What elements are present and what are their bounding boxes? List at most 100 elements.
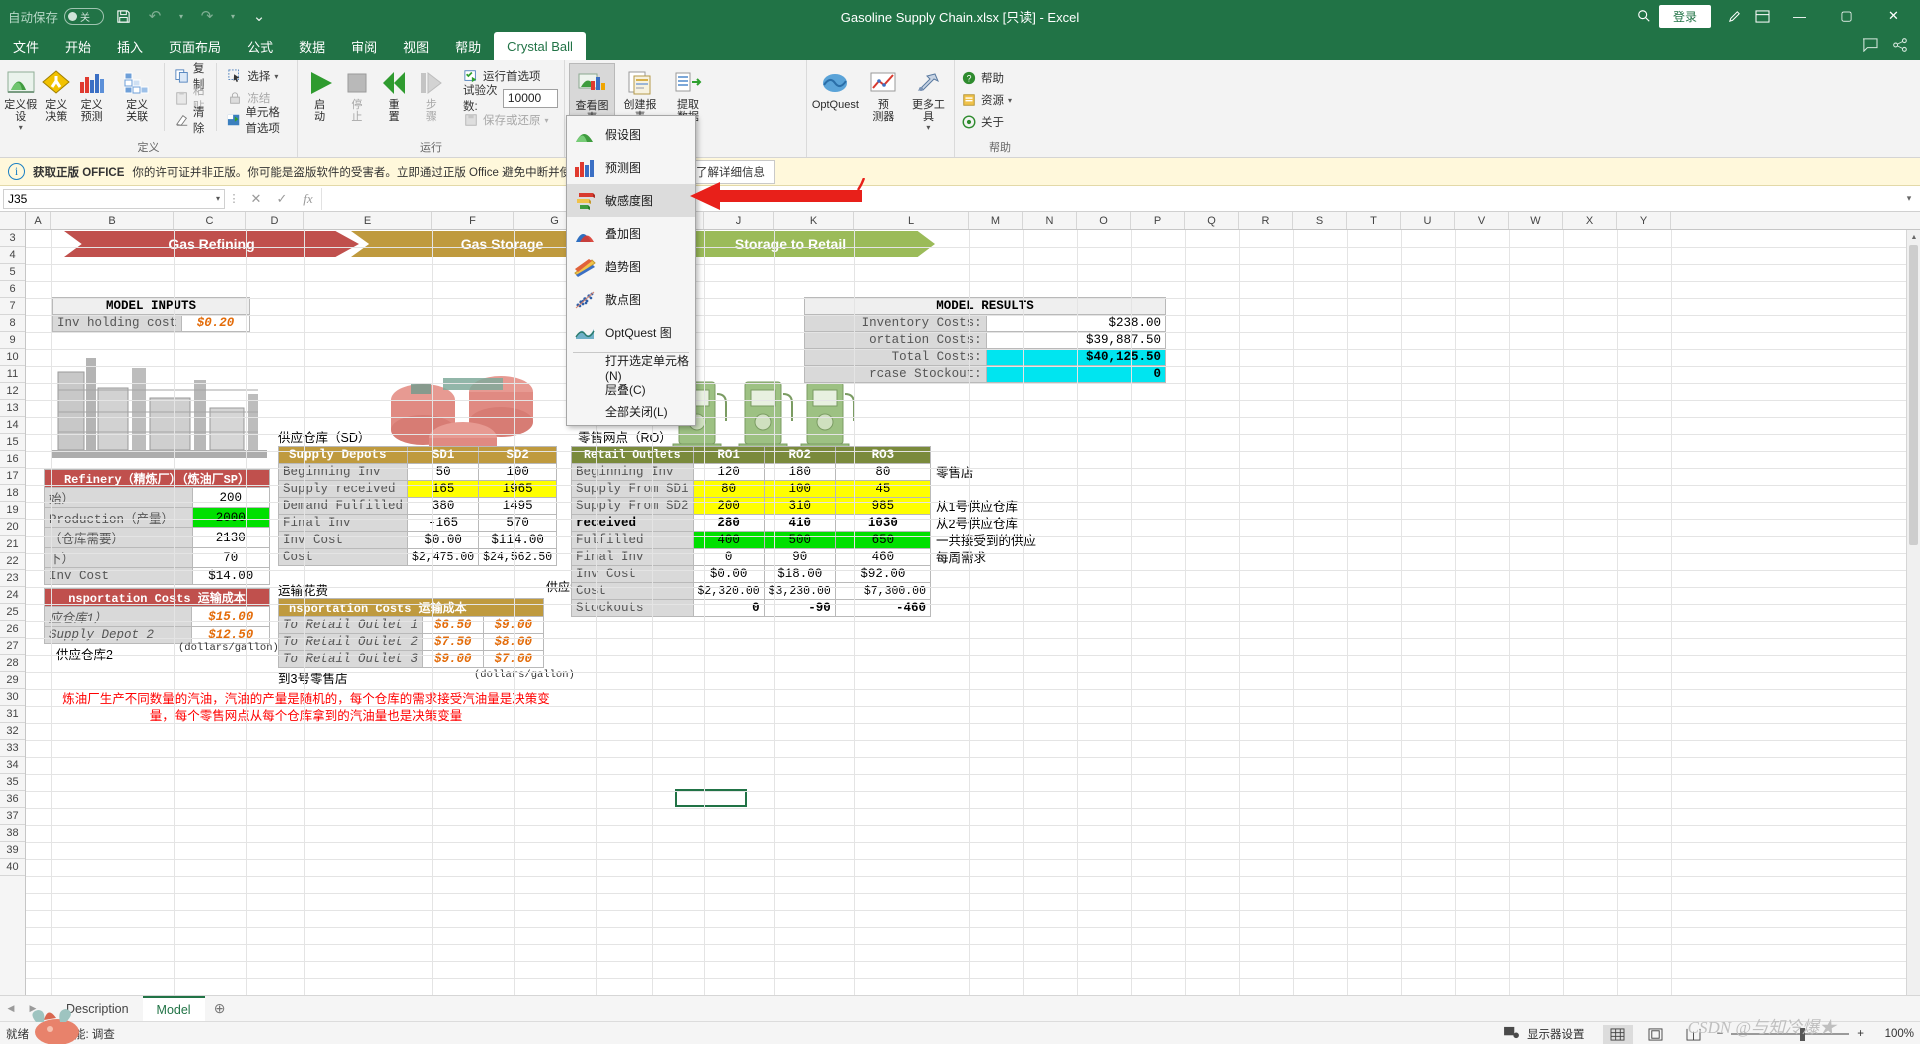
ribbon-tab-page-layout[interactable]: 页面布局 — [156, 32, 234, 60]
supply-depots-value-2-0[interactable]: 380 — [408, 498, 479, 515]
zoom-slider[interactable] — [1731, 1027, 1849, 1041]
minimize-button[interactable]: — — [1777, 0, 1822, 32]
supply-depots-value-1-0[interactable]: 165 — [408, 481, 479, 498]
name-box-dropdown-icon[interactable]: ▾ — [216, 194, 220, 203]
column-header-M[interactable]: M — [969, 212, 1023, 229]
row-header-19[interactable]: 19 — [0, 502, 25, 519]
supply-depots-value-3-1[interactable]: 570 — [479, 515, 557, 532]
row-header-30[interactable]: 30 — [0, 689, 25, 706]
column-header-V[interactable]: V — [1455, 212, 1509, 229]
model-inputs-row-value[interactable]: $0.20 — [182, 315, 250, 332]
pen-icon[interactable] — [1721, 3, 1747, 29]
row-header-23[interactable]: 23 — [0, 570, 25, 587]
close-button[interactable]: ✕ — [1871, 0, 1916, 32]
row-header-37[interactable]: 37 — [0, 808, 25, 825]
retail-outlets-value-0-2[interactable]: 80 — [835, 464, 930, 481]
row-header-32[interactable]: 32 — [0, 723, 25, 740]
run-reset-button[interactable]: 重 置 — [377, 63, 412, 123]
menu-item-scatter-chart[interactable]: 散点图 — [567, 283, 695, 316]
sheet-canvas[interactable]: Gas Refining Gas Storage Storage to Reta… — [26, 230, 1920, 995]
row-header-29[interactable]: 29 — [0, 672, 25, 689]
row-header-3[interactable]: 3 — [0, 230, 25, 247]
column-header-E[interactable]: E — [304, 212, 432, 229]
row-header-16[interactable]: 16 — [0, 451, 25, 468]
supply-depots-value-4-0[interactable]: $0.00 — [408, 532, 479, 549]
ribbon-tab-home[interactable]: 开始 — [52, 32, 104, 60]
row-header-10[interactable]: 10 — [0, 349, 25, 366]
select-button[interactable]: 选择 ▾ — [225, 65, 293, 87]
column-header-B[interactable]: B — [51, 212, 174, 229]
fx-icon[interactable]: fx — [295, 191, 321, 207]
predictor-button[interactable]: 预 测器 — [862, 63, 905, 123]
confirm-icon[interactable]: ✓ — [269, 191, 295, 207]
retail-outlets-value-3-2[interactable]: 1030 — [835, 515, 930, 532]
row-header-8[interactable]: 8 — [0, 315, 25, 332]
zoom-out-button[interactable]: − — [1717, 1028, 1724, 1040]
row-header-28[interactable]: 28 — [0, 655, 25, 672]
model-results-value-2[interactable]: $40,125.50 — [986, 349, 1165, 366]
column-header-J[interactable]: J — [704, 212, 774, 229]
maximize-button[interactable]: ▢ — [1824, 0, 1869, 32]
customize-quick-access-icon[interactable]: ⌄ — [246, 4, 272, 28]
menu-item-trend-chart[interactable]: 趋势图 — [567, 250, 695, 283]
row-header-39[interactable]: 39 — [0, 842, 25, 859]
row-header-22[interactable]: 22 — [0, 553, 25, 570]
column-header-W[interactable]: W — [1509, 212, 1563, 229]
supply-depots-value-4-1[interactable]: $114.00 — [479, 532, 557, 549]
retail-outlets-value-4-2[interactable]: 650 — [835, 532, 930, 549]
supply-depots-value-1-1[interactable]: 1965 — [479, 481, 557, 498]
column-header-S[interactable]: S — [1293, 212, 1347, 229]
retail-outlets-value-5-2[interactable]: 460 — [835, 549, 930, 566]
view-page-layout-icon[interactable] — [1641, 1025, 1671, 1044]
select-all-corner[interactable] — [0, 212, 26, 229]
vertical-scrollbar[interactable]: ▲ — [1906, 230, 1920, 995]
undo-dropdown-icon[interactable]: ▾ — [174, 4, 188, 28]
row-header-11[interactable]: 11 — [0, 366, 25, 383]
row-header-13[interactable]: 13 — [0, 400, 25, 417]
retail-outlets-value-7-2[interactable]: $7,300.00 — [835, 583, 930, 600]
row-header-33[interactable]: 33 — [0, 740, 25, 757]
row-header-4[interactable]: 4 — [0, 247, 25, 264]
comments-icon[interactable] — [1862, 38, 1878, 55]
define-assumption-dropdown-icon[interactable]: ▾ — [19, 123, 23, 132]
ribbon-tab-view[interactable]: 视图 — [390, 32, 442, 60]
column-header-D[interactable]: D — [246, 212, 304, 229]
menu-item-optquest-chart[interactable]: OptQuest 图 — [567, 316, 695, 349]
row-header-31[interactable]: 31 — [0, 706, 25, 723]
undo-icon[interactable]: ↶ — [142, 4, 168, 28]
define-assumption-button[interactable]: 定义假 设 ▾ — [4, 63, 37, 132]
row-header-35[interactable]: 35 — [0, 774, 25, 791]
retail-outlets-value-1-2[interactable]: 45 — [835, 481, 930, 498]
refinery-value-0[interactable]: 200 — [192, 488, 269, 508]
add-sheet-button[interactable]: ⊕ — [205, 996, 235, 1021]
trials-input[interactable]: 10000 — [503, 89, 558, 108]
row-header-9[interactable]: 9 — [0, 332, 25, 349]
view-charts-dropdown-menu[interactable]: 假设图 预测图 敏感度图 叠加图 趋势图 — [566, 115, 696, 426]
row-header-20[interactable]: 20 — [0, 519, 25, 536]
menu-item-overlay-chart[interactable]: 叠加图 — [567, 217, 695, 250]
ribbon-tab-review[interactable]: 审阅 — [338, 32, 390, 60]
cell-preferences-button[interactable]: 单元格首选项 — [225, 109, 293, 131]
retail-outlets-value-6-2[interactable]: $92.00 — [835, 566, 930, 583]
model-results-value-0[interactable]: $238.00 — [986, 315, 1165, 332]
formula-bar-grip[interactable]: ⋮ — [225, 192, 243, 205]
name-box[interactable]: J35 ▾ — [3, 189, 225, 209]
column-header-Y[interactable]: Y — [1617, 212, 1671, 229]
row-header-26[interactable]: 26 — [0, 621, 25, 638]
row-header-17[interactable]: 17 — [0, 468, 25, 485]
column-header-A[interactable]: A — [26, 212, 51, 229]
extract-data-button[interactable]: 提取 数据 — [665, 63, 711, 123]
more-tools-button[interactable]: 更多工 具 ▾ — [907, 63, 950, 132]
column-header-C[interactable]: C — [174, 212, 246, 229]
ribbon-tab-data[interactable]: 数据 — [286, 32, 338, 60]
supply-depots-value-0-1[interactable]: 100 — [479, 464, 557, 481]
row-header-18[interactable]: 18 — [0, 485, 25, 502]
refinery-value-3[interactable]: 70 — [192, 548, 269, 568]
menu-item-assumption-chart[interactable]: 假设图 — [567, 118, 695, 151]
supply-depots-value-5-0[interactable]: $2,475.00 — [408, 549, 479, 566]
row-header-5[interactable]: 5 — [0, 264, 25, 281]
ribbon-display-options-icon[interactable] — [1749, 3, 1775, 29]
supply-depots-value-2-1[interactable]: 1495 — [479, 498, 557, 515]
save-icon[interactable] — [110, 4, 136, 28]
chevron-left-icon[interactable]: ◀ — [0, 996, 22, 1021]
